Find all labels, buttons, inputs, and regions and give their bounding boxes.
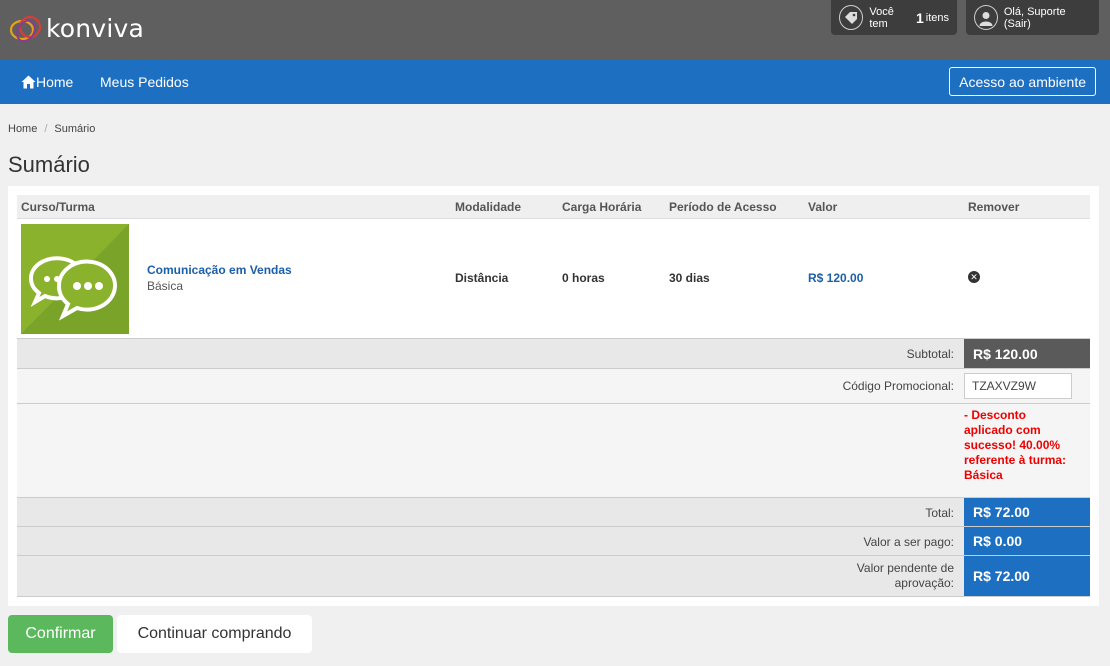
main-nav: Home Meus Pedidos Acesso ao ambiente <box>0 59 1110 104</box>
promo-code-input[interactable]: TZAXVZ9W <box>964 373 1072 399</box>
page-title: Sumário <box>8 152 90 177</box>
confirm-button[interactable]: Confirmar <box>8 615 113 653</box>
course-access-period: 30 dias <box>669 271 710 285</box>
course-class: Básica <box>147 279 184 293</box>
user-greeting: Olá, Suporte (Sair) <box>1003 5 1066 30</box>
promo-code-row: Código Promocional: TZAXVZ9W <box>17 368 1090 403</box>
order-summary-panel: Curso/Turma Modalidade Carga Horária Per… <box>8 186 1099 606</box>
home-icon <box>21 75 36 88</box>
logo-rings-icon <box>9 15 42 43</box>
konviva-logo[interactable]: konviva <box>8 10 144 46</box>
breadcrumb-separator: / <box>44 123 48 135</box>
nav-home-label: Home <box>36 73 74 90</box>
nav-my-orders[interactable]: Meus Pedidos <box>100 59 189 104</box>
table-row: Comunicação em Vendas Básica Distância 0… <box>17 219 1090 338</box>
amount-to-pay-row: Valor a ser pago: R$ 0.00 <box>17 526 1090 555</box>
col-modality: Modalidade <box>455 200 522 214</box>
breadcrumb: Home / Sumário <box>8 123 95 135</box>
col-price: Valor <box>808 200 838 214</box>
cart-prefix: Você tem <box>869 5 894 30</box>
cart-count: 1 <box>915 9 924 26</box>
col-remove: Remover <box>968 200 1020 214</box>
course-hours: 0 horas <box>562 271 605 285</box>
amount-to-pay-value: R$ 0.00 <box>964 527 1090 555</box>
subtotal-value: R$ 120.00 <box>964 339 1090 368</box>
cart-button[interactable]: Você tem 1 itens <box>831 0 957 35</box>
subtotal-row: Subtotal: R$ 120.00 <box>17 338 1090 368</box>
chat-bubbles-icon <box>21 224 129 334</box>
pending-approval-row: Valor pendente de aprovação: R$ 72.00 <box>17 555 1090 597</box>
total-row: Total: R$ 72.00 <box>17 497 1090 526</box>
amount-to-pay-label: Valor a ser pago: <box>863 535 955 549</box>
user-avatar-icon <box>974 5 998 30</box>
discount-message-row: - Desconto aplicado com sucesso! 40.00% … <box>17 403 1090 497</box>
course-thumbnail[interactable] <box>21 224 129 334</box>
course-price: R$ 120.00 <box>808 271 864 285</box>
table-header: Curso/Turma Modalidade Carga Horária Per… <box>17 195 1090 219</box>
remove-item-icon[interactable]: ✕ <box>968 271 980 283</box>
pending-approval-label: Valor pendente de aprovação: <box>856 561 954 590</box>
pending-approval-value: R$ 72.00 <box>964 556 1090 596</box>
breadcrumb-current: Sumário <box>54 123 96 135</box>
continue-shopping-button[interactable]: Continuar comprando <box>117 615 312 653</box>
total-label: Total: <box>925 506 954 520</box>
tag-icon <box>839 5 864 30</box>
subtotal-label: Subtotal: <box>906 347 954 361</box>
discount-message: - Desconto aplicado com sucesso! 40.00% … <box>964 408 1067 482</box>
top-bar: konviva Você tem 1 itens Olá, Suporte (S… <box>0 0 1110 59</box>
col-hours: Carga Horária <box>562 200 642 214</box>
cart-suffix: itens <box>925 11 949 24</box>
col-course: Curso/Turma <box>21 200 95 214</box>
user-menu[interactable]: Olá, Suporte (Sair) <box>966 0 1099 35</box>
promo-code-label: Código Promocional: <box>842 379 954 393</box>
col-access-period: Período de Acesso <box>669 200 777 214</box>
breadcrumb-home[interactable]: Home <box>8 123 37 135</box>
course-name-link[interactable]: Comunicação em Vendas <box>147 263 292 277</box>
total-value: R$ 72.00 <box>964 498 1090 526</box>
access-environment-button[interactable]: Acesso ao ambiente <box>949 67 1096 96</box>
course-modality: Distância <box>455 271 509 285</box>
logo-text: konviva <box>46 13 144 43</box>
nav-home[interactable]: Home <box>21 59 73 104</box>
